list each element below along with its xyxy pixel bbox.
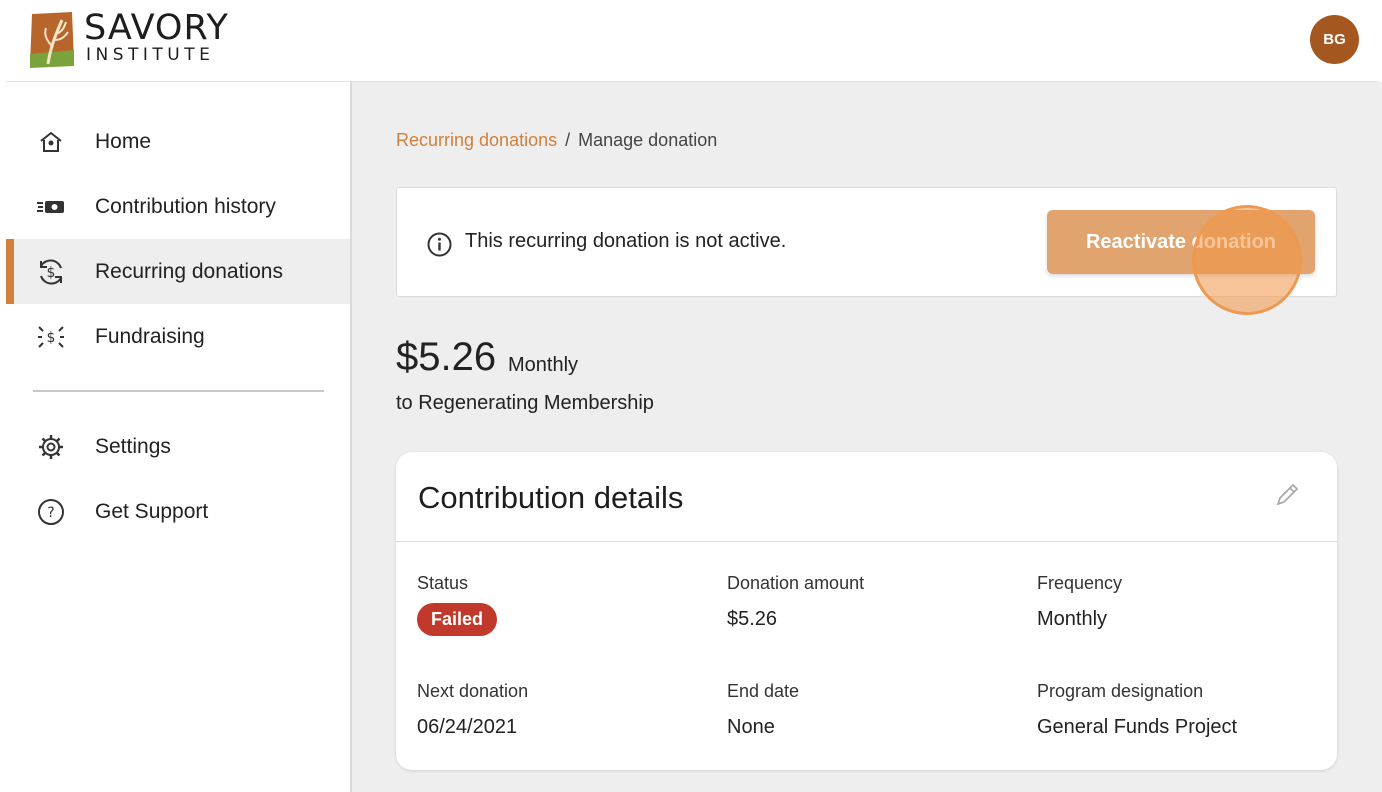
program-designation-label: Program designation [1037,681,1204,701]
user-avatar[interactable]: BG [1310,15,1359,64]
inactive-alert: This recurring donation is not active. R… [396,187,1337,315]
program-designation-value: General Funds Project [1037,716,1238,738]
cash-icon [35,191,67,223]
logo-subtitle: INSTITUTE [86,45,215,65]
sidebar-item-settings[interactable]: Settings [6,414,350,479]
sidebar-item-fundraising[interactable]: $ Fundraising [6,304,350,369]
contribution-details-card: Contribution details Status Failed Donat… [396,452,1337,770]
status-label: Status [417,573,469,593]
frequency-label: Frequency [1037,573,1123,593]
recurring-dollar-icon: $ [35,256,67,288]
home-icon [35,126,67,158]
sidebar-item-label: Settings [95,434,171,458]
sidebar-item-recurring-donations[interactable]: $ Recurring donations [6,239,350,304]
sidebar-item-contribution-history[interactable]: Contribution history [6,174,350,239]
gear-icon [35,431,67,463]
status-badge: Failed [417,603,498,636]
donation-amount-label: Donation amount [727,573,865,593]
card-divider [396,541,1337,542]
sidebar-item-get-support[interactable]: ? Get Support [6,479,350,544]
breadcrumb-current: Manage donation [578,130,718,150]
next-donation-value: 06/24/2021 [417,716,518,738]
next-donation-label: Next donation [417,681,529,701]
sidebar-item-label: Get Support [95,499,209,523]
fundraising-icon: $ [35,321,67,353]
sidebar: Home Contribution history $ Recurring do… [6,82,352,792]
svg-text:?: ? [47,505,54,521]
help-icon: ? [35,496,67,528]
sidebar-divider [33,390,324,392]
sidebar-item-label: Home [95,129,152,153]
sidebar-item-label: Fundraising [95,324,205,348]
svg-text:$: $ [47,330,56,346]
breadcrumb-recurring-donations-link[interactable]: Recurring donations [396,130,557,151]
frequency-value: Monthly [1037,608,1108,630]
info-icon [427,232,452,257]
donation-amount-value: $5.26 [727,608,778,630]
main-content: Recurring donations / Manage donation Th… [352,82,1382,792]
donation-frequency: Monthly [508,354,579,376]
top-header: SAVORY INSTITUTE BG [6,0,1378,82]
alert-message: This recurring donation is not active. [465,230,787,252]
end-date-label: End date [727,681,800,701]
card-title: Contribution details [418,480,684,515]
breadcrumb: Recurring donations / Manage donation [396,130,717,151]
svg-text:$: $ [47,265,56,281]
donation-amount: $5.26 [396,335,497,379]
edit-pencil-icon[interactable] [1272,480,1302,510]
end-date-value: None [727,716,775,738]
breadcrumb-separator: / [565,130,571,150]
donation-recipient: to Regenerating Membership [396,392,654,414]
reactivate-donation-button[interactable]: Reactivate donation [1047,210,1315,274]
savory-logo-icon[interactable] [28,10,76,68]
sidebar-item-home[interactable]: Home [6,109,350,174]
sidebar-item-label: Recurring donations [95,259,283,283]
sidebar-item-label: Contribution history [95,194,276,218]
logo-wordmark: SAVORY [84,8,229,48]
